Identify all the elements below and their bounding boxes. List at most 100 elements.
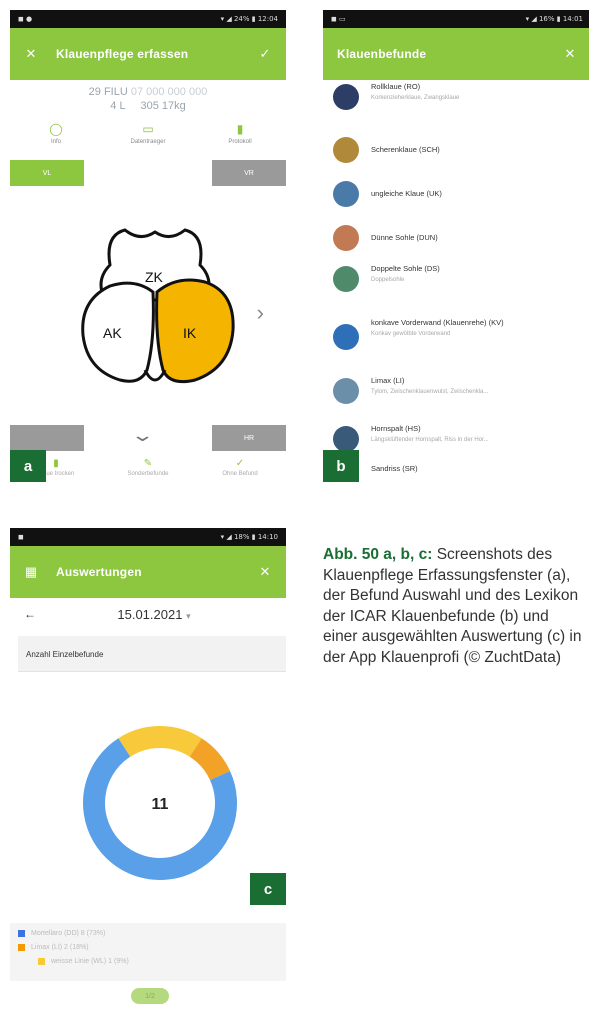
finding-title: konkave Vorderwand (Klauenrehe) (KV) (371, 318, 504, 327)
finding-subtitle: Korkenzieherklaue, Zwangsklaue (371, 95, 460, 101)
list-item[interactable]: konkave Vorderwand (Klauenrehe) (KV) Kon… (323, 312, 589, 370)
zone-zk-label: ZK (145, 269, 164, 285)
milk-yield: 305 17kg (140, 100, 186, 112)
cow-id: 07 000 000 000 (130, 86, 208, 98)
lactation: 4 L (110, 100, 126, 112)
list-item[interactable]: Scherenklaue (SCH) (323, 128, 589, 172)
finding-avatar (333, 378, 359, 404)
legend-item[interactable]: Limax (LI) 2 (18%) (18, 942, 278, 953)
page-indicator[interactable]: 1/2 (131, 988, 169, 1004)
legend-label: Mortellaro (DD) 8 (73%) (31, 930, 106, 937)
finding-avatar (333, 324, 359, 350)
cow-name: 29 FILU (88, 86, 128, 98)
finding-title: ungleiche Klaue (UK) (371, 189, 442, 198)
donut-slice-limax-li[interactable] (118, 726, 202, 757)
list-item[interactable]: Limax (LI) Tylom, Zwischenklauenwulst, Z… (323, 370, 589, 420)
screenshot-b-findings-list: ◼ ▭ ▾ ◢ 16% ▮ 14:01 Klauenbefunde ✕ Roll… (323, 10, 589, 490)
finding-subtitle: Tylom, Zwischenklauenwulst, Zwischenkla.… (371, 389, 489, 395)
info-action[interactable]: ◯ Info (21, 122, 91, 145)
hoof-zone-diagram[interactable]: ZK AK IK (65, 220, 245, 390)
screenshot-a-claw-care-entry: ◼ ● ▾ ◢ 24% ▮ 12:04 ✕ Klauenpflege erfas… (10, 10, 286, 490)
app-bar: Klauenbefunde ✕ (323, 28, 589, 80)
date-value: 15.01.2021 (117, 606, 183, 622)
close-icon[interactable]: ✕ (258, 564, 272, 580)
calendar-icon[interactable]: ▦ (24, 564, 38, 580)
finding-avatar (333, 137, 359, 163)
finding-avatar (333, 266, 359, 292)
book-icon: ▮ (236, 122, 244, 136)
info-icon: ◯ (49, 122, 63, 136)
status-icons-right: ▾ ◢ 18% ▮ 14:10 (220, 533, 278, 541)
carrier-action[interactable]: ▭ Datentraeger (113, 122, 183, 145)
carrier-label: Datentraeger (130, 139, 166, 145)
list-item[interactable]: ungleiche Klaue (UK) (323, 172, 589, 216)
no-finding-action[interactable]: ✓ Ohne Befund (200, 458, 280, 477)
status-icons-right: ▾ ◢ 24% ▮ 12:04 (220, 15, 278, 23)
finding-title: Hornspalt (HS) (371, 424, 421, 433)
list-item[interactable]: Dünne Sohle (DUN) (323, 216, 589, 260)
hoof-heel-line (143, 369, 167, 382)
app-bar: ▦ Auswertungen ✕ (10, 546, 286, 598)
cow-info: 29 FILU 07 000 000 000 4 L 305 17kg (10, 85, 286, 113)
close-icon[interactable]: ✕ (24, 46, 38, 62)
section-header: Anzahl Einzelbefunde (18, 636, 286, 672)
status-icons-left: ◼ ▭ (331, 15, 346, 23)
status-bar: ◼ ▾ ◢ 18% ▮ 14:10 (10, 528, 286, 546)
tab-front-left[interactable]: VL (10, 160, 84, 186)
chevron-down-icon[interactable]: ⌄ (130, 425, 154, 446)
finding-title: Rollklaue (RO) (371, 82, 421, 91)
zone-ak-label: AK (103, 325, 122, 341)
caption-label: Abb. 50 a, b, c: (323, 546, 433, 563)
screen-title: Klauenbefunde (337, 47, 427, 61)
pencil-icon: ✎ (143, 458, 153, 469)
legend-label: Limax (LI) 2 (18%) (31, 944, 89, 951)
chart-legend: Mortellaro (DD) 8 (73%) Limax (LI) 2 (18… (10, 923, 286, 981)
status-icons-left: ◼ (18, 533, 24, 541)
finding-avatar (333, 84, 359, 110)
finding-avatar (333, 225, 359, 251)
tab-hind-right[interactable]: HR (212, 425, 286, 451)
info-label: Info (50, 139, 61, 145)
caption-text: Screenshots des Klauenpflege Erfassungsf… (323, 546, 582, 666)
status-bar: ◼ ● ▾ ◢ 24% ▮ 12:04 (10, 10, 286, 28)
chevron-right-icon[interactable]: › (257, 300, 264, 326)
list-item[interactable]: Sandriss (SR) (323, 464, 589, 480)
legend-item[interactable]: Mortellaro (DD) 8 (73%) (18, 928, 278, 939)
status-bar: ◼ ▭ ▾ ◢ 16% ▮ 14:01 (323, 10, 589, 28)
tab-front-right[interactable]: VR (212, 160, 286, 186)
legend-label: weisse Linie (WL) 1 (9%) (51, 958, 129, 965)
finding-title: Doppelte Sohle (DS) (371, 264, 440, 273)
list-item[interactable]: Rollklaue (RO) Korkenzieherklaue, Zwangs… (323, 82, 589, 128)
tab-hind-left[interactable] (10, 425, 84, 451)
check-icon[interactable]: ✓ (258, 46, 272, 62)
screen-title: Klauenpflege erfassen (56, 47, 189, 61)
screen-title: Auswertungen (56, 565, 142, 579)
no-finding-label: Ohne Befund (222, 471, 258, 477)
legend-swatch (18, 944, 25, 951)
panel-label-b: b (323, 450, 359, 482)
leg-tab-row: VL VR (10, 160, 286, 186)
close-icon[interactable]: ✕ (563, 46, 577, 62)
legend-swatch (18, 930, 25, 937)
finding-title: Sandriss (SR) (371, 464, 418, 473)
protocol-action[interactable]: ▮ Protokoll (205, 122, 275, 145)
figure-caption: Abb. 50 a, b, c: Screenshots des Klauenp… (323, 545, 585, 668)
date-dropdown[interactable]: 15.01.2021 ▾ (36, 607, 272, 622)
app-bar: ✕ Klauenpflege erfassen ✓ (10, 28, 286, 80)
findings-list: Rollklaue (RO) Korkenzieherklaue, Zwangs… (323, 82, 589, 480)
calendar-icon: ▭ (142, 122, 154, 136)
donut-slice-weisse-linie-wl[interactable] (189, 738, 231, 781)
legend-item[interactable]: weisse Linie (WL) 1 (9%) (18, 956, 278, 967)
finding-title: Dünne Sohle (DUN) (371, 233, 438, 242)
action-icon-row: ◯ Info ▭ Datentraeger ▮ Protokoll (10, 122, 286, 145)
finding-avatar (333, 181, 359, 207)
date-selector: ← 15.01.2021 ▾ (10, 596, 286, 632)
donut-chart[interactable]: 11 (80, 723, 240, 883)
screenshot-c-evaluation: ◼ ▾ ◢ 18% ▮ 14:10 ▦ Auswertungen ✕ ← 15.… (10, 528, 286, 1008)
list-item[interactable]: Doppelte Sohle (DS) Doppelsohle (323, 260, 589, 312)
back-arrow-icon[interactable]: ← (24, 607, 36, 621)
list-item[interactable]: Hornspalt (HS) Längsklüftender Hornspalt… (323, 420, 589, 464)
status-icons-right: ▾ ◢ 16% ▮ 14:01 (525, 15, 583, 23)
panel-label-a: a (10, 450, 46, 482)
special-findings-action[interactable]: ✎ Sonderbefunde (108, 458, 188, 477)
